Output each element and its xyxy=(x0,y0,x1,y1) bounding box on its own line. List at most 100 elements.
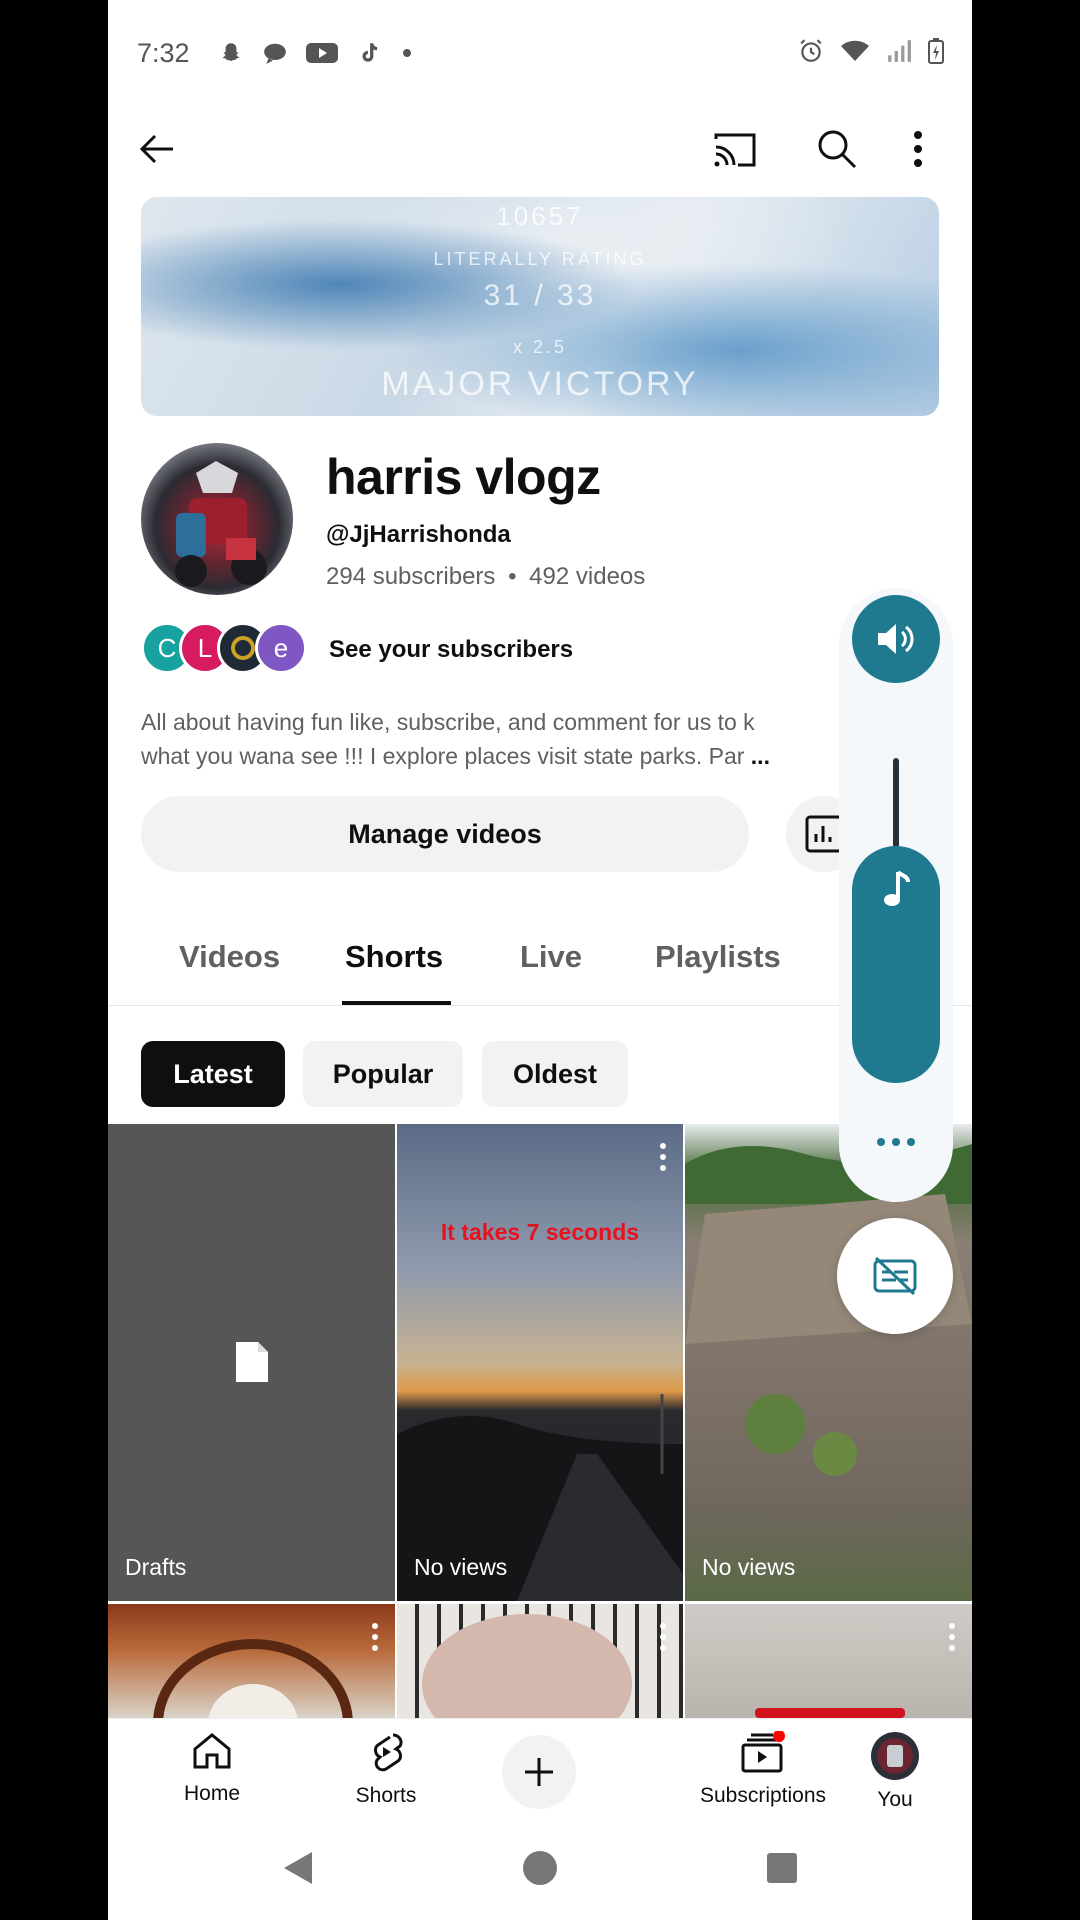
subscriptions-icon xyxy=(741,1730,785,1773)
tab-videos[interactable]: Videos xyxy=(179,939,280,975)
stats-separator: • xyxy=(508,563,517,590)
bottom-navigation: Home Shorts Subscriptions You xyxy=(108,1718,972,1818)
volume-slider-track[interactable] xyxy=(893,758,899,848)
analytics-icon xyxy=(805,815,843,853)
subscriber-avatar: e xyxy=(255,622,307,674)
short-card[interactable]: It takes 7 seconds No views xyxy=(397,1124,683,1601)
cast-button[interactable] xyxy=(710,124,760,174)
create-button[interactable] xyxy=(502,1735,576,1809)
nav-home[interactable]: Home xyxy=(142,1731,282,1806)
see-subscribers-link[interactable]: See your subscribers xyxy=(329,636,573,664)
battery-icon xyxy=(928,38,944,64)
banner-text: 10657 xyxy=(496,201,584,231)
more-options-button[interactable] xyxy=(900,124,936,174)
profile-avatar xyxy=(871,1732,919,1780)
status-bar: 7:32 xyxy=(108,0,972,110)
chip-popular[interactable]: Popular xyxy=(303,1041,463,1107)
frame-shape xyxy=(153,1639,353,1718)
banner-text: 31 / 33 xyxy=(483,279,597,312)
more-vert-icon[interactable] xyxy=(371,1622,379,1652)
channel-name: harris vlogz xyxy=(326,449,601,505)
banner-text: LITERALLY RATING xyxy=(433,249,647,269)
coin-icon xyxy=(231,636,255,660)
more-vert-icon[interactable] xyxy=(659,1622,667,1652)
chip-oldest[interactable]: Oldest xyxy=(482,1041,628,1107)
home-circle-icon[interactable] xyxy=(521,1849,559,1887)
more-vert-icon[interactable] xyxy=(948,1622,956,1652)
channel-banner: 10657 LITERALLY RATING 31 / 33 x 2.5 MAJ… xyxy=(141,197,939,416)
nav-label: Home xyxy=(183,1782,241,1805)
nav-label: Shorts xyxy=(355,1784,417,1807)
speaker-icon xyxy=(878,624,914,654)
nav-label: You xyxy=(877,1788,913,1811)
back-button[interactable] xyxy=(132,124,182,174)
video-count: 492 videos xyxy=(529,563,646,590)
phone-screen: 7:32 10657 LITERALLY RATING 31 / 33 x 2.… xyxy=(108,0,972,1920)
channel-stats: 294 subscribers • 492 videos xyxy=(326,563,645,591)
tab-live[interactable]: Live xyxy=(520,939,582,975)
subscriber-avatars[interactable]: C L e xyxy=(141,622,307,674)
avatar xyxy=(175,461,267,587)
back-arrow-icon xyxy=(139,134,173,164)
captions-off-icon xyxy=(873,1256,917,1296)
channel-handle: @JjHarrishonda xyxy=(326,521,511,548)
short-label: No views xyxy=(414,1554,508,1580)
top-app-bar xyxy=(108,110,972,190)
dot-icon xyxy=(403,49,411,57)
cut-off-caption xyxy=(755,1708,905,1718)
youtube-icon xyxy=(306,43,338,63)
banner-text: x 2.5 xyxy=(512,337,568,357)
chip-latest[interactable]: Latest xyxy=(141,1041,285,1107)
notification-icons xyxy=(218,40,414,66)
tab-shorts[interactable]: Shorts xyxy=(345,939,443,975)
more-vert-icon xyxy=(914,131,922,167)
description-line: All about having fun like, subscribe, an… xyxy=(141,709,755,735)
captions-off-button[interactable] xyxy=(837,1218,953,1334)
cliff-scene xyxy=(685,1144,972,1476)
cast-icon xyxy=(714,133,756,167)
search-button[interactable] xyxy=(812,124,862,174)
short-label: No views xyxy=(702,1554,796,1580)
tiktok-icon xyxy=(362,43,378,62)
short-card[interactable]: No views xyxy=(685,1124,972,1601)
shorts-icon xyxy=(374,1733,403,1772)
short-card-drafts[interactable]: Drafts xyxy=(108,1124,395,1601)
short-label: Drafts xyxy=(125,1554,187,1580)
back-icon[interactable] xyxy=(280,1848,316,1888)
short-card[interactable] xyxy=(685,1604,972,1718)
music-note-icon xyxy=(884,870,910,906)
volume-mute-button[interactable] xyxy=(852,595,940,683)
messages-icon xyxy=(264,43,286,64)
document-icon xyxy=(236,1342,268,1382)
nav-shorts[interactable]: Shorts xyxy=(316,1731,456,1808)
system-navigation-bar xyxy=(108,1818,972,1920)
description-line: what you wana see !!! I explore places v… xyxy=(141,739,831,773)
system-icons xyxy=(798,38,944,64)
nav-label: Subscriptions xyxy=(699,1784,827,1807)
tab-playlists[interactable]: Playlists xyxy=(655,939,781,975)
nav-you[interactable]: You xyxy=(855,1731,935,1812)
more-horiz-icon[interactable] xyxy=(873,1132,919,1152)
short-overlay-text: It takes 7 seconds xyxy=(440,1219,640,1245)
subscriber-count: 294 subscribers xyxy=(326,563,496,590)
status-time: 7:32 xyxy=(137,38,190,68)
description-more: ... xyxy=(750,743,770,769)
banner-text: MAJOR VICTORY xyxy=(381,365,699,403)
channel-description[interactable]: All about having fun like, subscribe, an… xyxy=(141,705,831,773)
description-text: what you wana see !!! I explore places v… xyxy=(141,743,745,769)
home-icon xyxy=(193,1733,231,1769)
wifi-icon xyxy=(841,40,869,61)
search-icon xyxy=(818,130,857,169)
more-vert-icon[interactable] xyxy=(659,1142,667,1172)
active-tab-indicator xyxy=(342,1001,451,1005)
short-card[interactable] xyxy=(397,1604,683,1718)
recents-icon[interactable] xyxy=(765,1851,799,1885)
snapchat-icon xyxy=(222,43,240,62)
alarm-icon xyxy=(800,39,822,62)
manage-videos-button[interactable]: Manage videos xyxy=(141,796,749,872)
short-card[interactable] xyxy=(108,1604,395,1718)
face-closeup xyxy=(422,1614,632,1718)
nav-subscriptions[interactable]: Subscriptions xyxy=(683,1730,843,1808)
channel-avatar[interactable] xyxy=(141,443,293,595)
signal-icon xyxy=(888,40,911,62)
